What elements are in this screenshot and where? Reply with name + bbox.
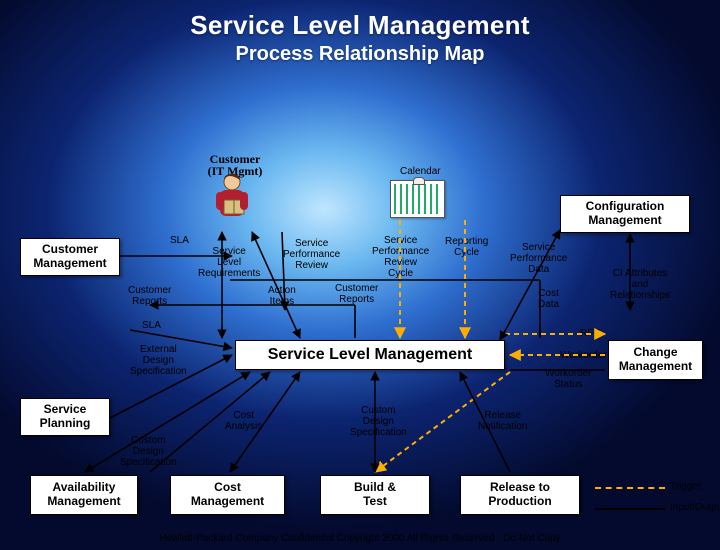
box-service-planning: ServicePlanning — [20, 398, 110, 436]
label-custom-design-spec-left: CustomDesignSpecification — [120, 435, 177, 468]
label-service-performance-data: ServicePerformanceData — [510, 242, 567, 275]
label-external-design-spec: ExternalDesignSpecification — [130, 344, 187, 377]
box-cost-management: CostManagement — [170, 475, 285, 515]
label-sla-top: SLA — [170, 235, 189, 246]
label-workorder: Workorder — [560, 350, 607, 361]
label-service-performance-review: ServicePerformanceReview — [283, 238, 340, 271]
label-ci-attributes: CI AttributesandRelationships — [610, 268, 670, 301]
label-cost-analysis: CostAnalysis — [225, 410, 262, 432]
label-service-performance-review-cycle: ServicePerformanceReviewCycle — [372, 235, 429, 279]
box-customer-management: CustomerManagement — [20, 238, 120, 276]
box-build-test: Build &Test — [320, 475, 430, 515]
calendar-label: Calendar — [400, 166, 441, 177]
label-workorder-status: WorkorderStatus — [545, 368, 592, 390]
label-customer-reports-right: CustomerReports — [335, 283, 378, 305]
label-custom-design-spec-mid: CustomDesignSpecification — [350, 405, 407, 438]
label-sla-side: SLA — [142, 320, 161, 331]
box-change-management: ChangeManagement — [608, 340, 703, 380]
label-reporting-cycle: ReportingCycle — [445, 236, 488, 258]
legend-trigger-line — [595, 487, 665, 489]
box-release-to-production: Release toProduction — [460, 475, 580, 515]
label-rfc: RFC — [580, 328, 601, 339]
page-subtitle: Process Relationship Map — [0, 43, 720, 66]
calendar-icon — [390, 180, 445, 218]
box-availability-management: AvailabilityManagement — [30, 475, 138, 515]
label-service-level-requirements: ServiceLevelRequirements — [198, 246, 260, 279]
legend-io-label: Input/Output — [670, 502, 720, 513]
box-configuration-management: ConfigurationManagement — [560, 195, 690, 233]
page-title: Service Level Management — [0, 10, 720, 41]
legend-trigger-label: Trigger — [670, 481, 701, 492]
label-cost-data: CostData — [538, 288, 559, 310]
label-action-items: ActionItems — [268, 285, 296, 307]
box-service-level-management: Service Level Management — [235, 340, 505, 370]
label-release-notification: ReleaseNotification — [478, 410, 527, 432]
footer-copyright: Hewlett-Packard Company Confidential Cop… — [0, 533, 720, 544]
legend-io-line — [595, 508, 665, 510]
customer-icon — [202, 170, 262, 230]
label-customer-reports-left: CustomerReports — [128, 285, 171, 307]
